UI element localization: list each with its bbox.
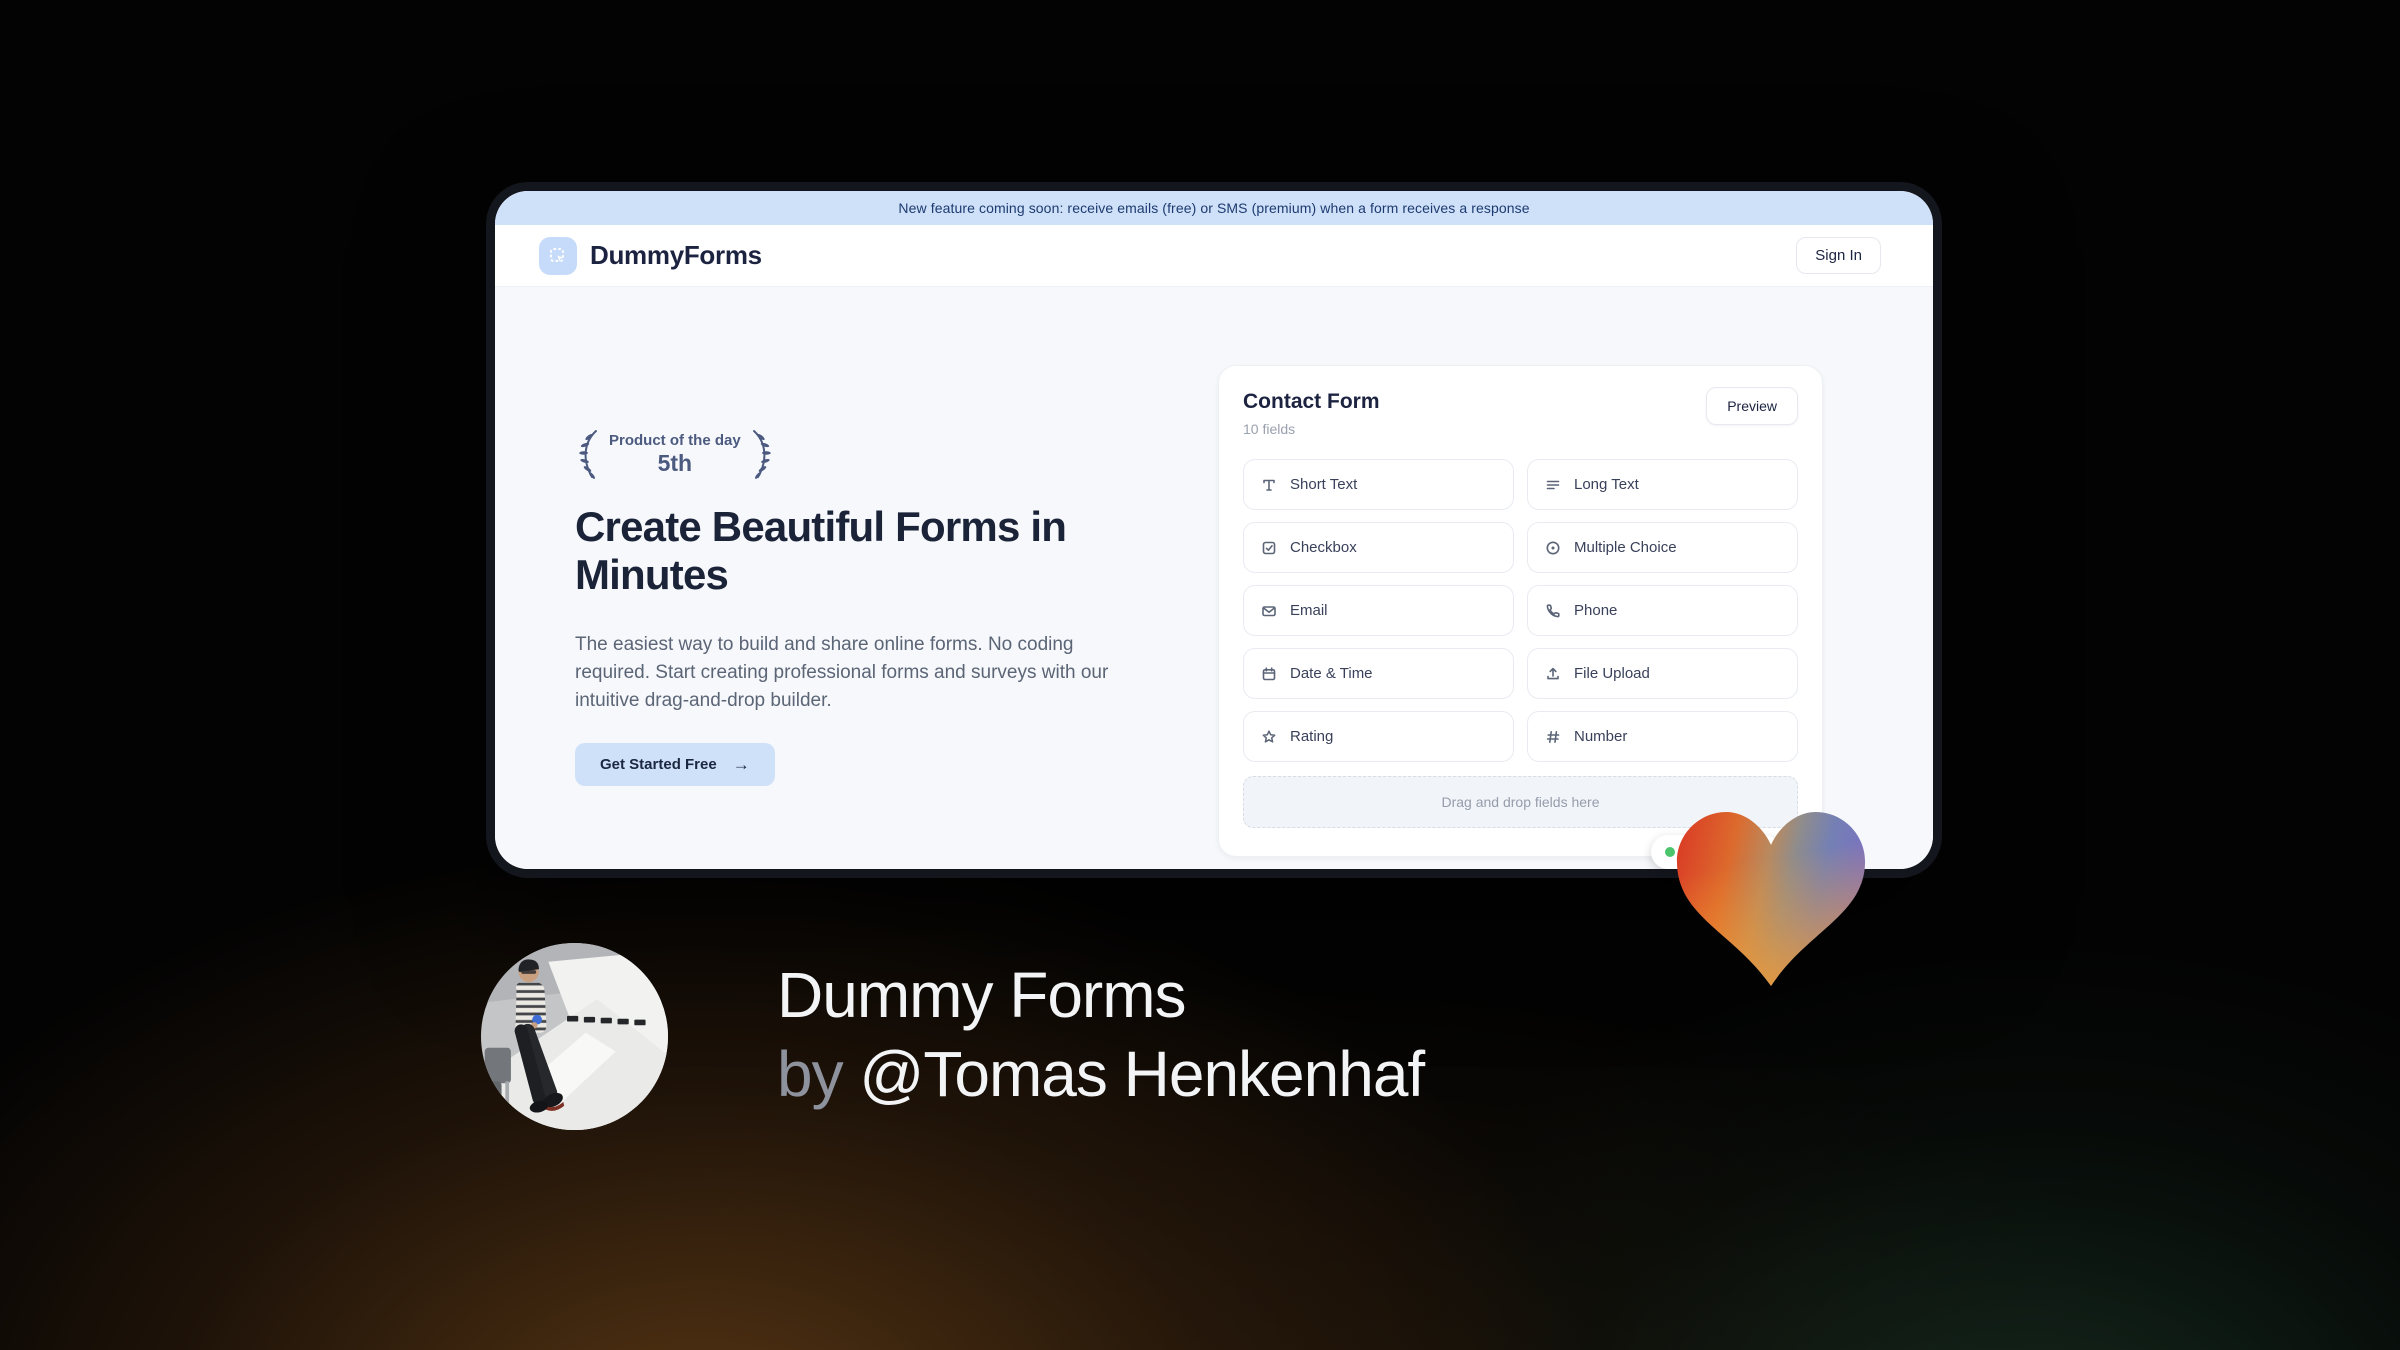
field-label: Number xyxy=(1574,728,1628,745)
field-type-rating[interactable]: Rating xyxy=(1243,711,1514,762)
field-label: Rating xyxy=(1290,728,1334,745)
heart-icon xyxy=(1676,812,1866,986)
checkbox-icon xyxy=(1262,541,1276,554)
byline: by @Tomas Henkenhaf xyxy=(777,1035,1425,1114)
drop-zone-text: Drag and drop fields here xyxy=(1441,794,1600,810)
hero-section: Product of the day 5th Create Beautiful … xyxy=(495,287,1933,869)
byline-prefix: by xyxy=(777,1038,860,1110)
field-type-date-time[interactable]: Date & Time xyxy=(1243,648,1514,699)
calendar-icon xyxy=(1262,666,1276,680)
product-of-the-day-badge: Product of the day 5th xyxy=(575,427,775,481)
site-header: DummyForms Sign In xyxy=(495,225,1933,287)
get-started-button[interactable]: Get Started Free → xyxy=(575,743,775,786)
badge-rank: 5th xyxy=(657,449,693,476)
field-label: Multiple Choice xyxy=(1574,539,1677,556)
badge-text: Product of the day 5th xyxy=(609,432,741,477)
field-type-multiple-choice[interactable]: Multiple Choice xyxy=(1527,522,1798,573)
get-started-label: Get Started Free xyxy=(600,756,717,773)
laurel-left-icon xyxy=(579,430,597,479)
star-icon xyxy=(1262,729,1276,743)
brand-logo-icon xyxy=(539,236,577,275)
field-type-file-upload[interactable]: File Upload xyxy=(1527,648,1798,699)
preview-button[interactable]: Preview xyxy=(1706,387,1798,425)
badge-title: Product of the day xyxy=(609,431,741,449)
short-text-icon xyxy=(1263,479,1275,491)
announcement-text: New feature coming soon: receive emails … xyxy=(898,200,1530,216)
author-handle: @Tomas Henkenhaf xyxy=(859,1038,1425,1110)
field-type-long-text[interactable]: Long Text xyxy=(1527,459,1798,510)
brand: DummyForms xyxy=(539,236,762,275)
field-label: Phone xyxy=(1574,602,1618,619)
upload-icon xyxy=(1547,667,1559,679)
field-label: Short Text xyxy=(1290,476,1358,493)
field-label: Long Text xyxy=(1574,476,1639,493)
field-type-phone[interactable]: Phone xyxy=(1527,585,1798,636)
profile-photo xyxy=(481,943,668,1130)
phone-icon xyxy=(1546,603,1560,617)
field-type-checkbox[interactable]: Checkbox xyxy=(1243,522,1514,573)
announcement-banner: New feature coming soon: receive emails … xyxy=(495,191,1933,225)
brand-name: DummyForms xyxy=(590,240,762,270)
field-label: File Upload xyxy=(1574,665,1650,682)
field-label: Email xyxy=(1290,602,1328,619)
email-icon xyxy=(1262,605,1276,616)
hash-icon xyxy=(1546,730,1560,743)
hero-description: The easiest way to build and share onlin… xyxy=(575,634,1109,711)
long-text-icon xyxy=(1546,480,1560,489)
laurel-right-icon xyxy=(752,430,771,479)
sign-in-button[interactable]: Sign In xyxy=(1796,237,1881,274)
site-page: New feature coming soon: receive emails … xyxy=(495,191,1933,869)
form-builder-card: Contact Form 10 fields Preview Short Tex… xyxy=(1218,365,1823,857)
field-type-email[interactable]: Email xyxy=(1243,585,1514,636)
attribution-block: Dummy Forms by @Tomas Henkenhaf xyxy=(777,956,1425,1114)
arrow-right-icon: → xyxy=(732,754,750,774)
field-type-number[interactable]: Number xyxy=(1527,711,1798,762)
field-type-short-text[interactable]: Short Text xyxy=(1243,459,1514,510)
product-name: Dummy Forms xyxy=(777,959,1187,1031)
page-title: Create Beautiful Forms in Minutes xyxy=(575,503,1067,598)
field-label: Checkbox xyxy=(1290,539,1357,556)
multiple-choice-icon xyxy=(1546,541,1560,554)
field-label: Date & Time xyxy=(1290,665,1373,682)
browser-window: New feature coming soon: receive emails … xyxy=(486,182,1942,878)
field-type-grid: Short Text Long Text Checkbox Multiple C… xyxy=(1243,459,1798,762)
